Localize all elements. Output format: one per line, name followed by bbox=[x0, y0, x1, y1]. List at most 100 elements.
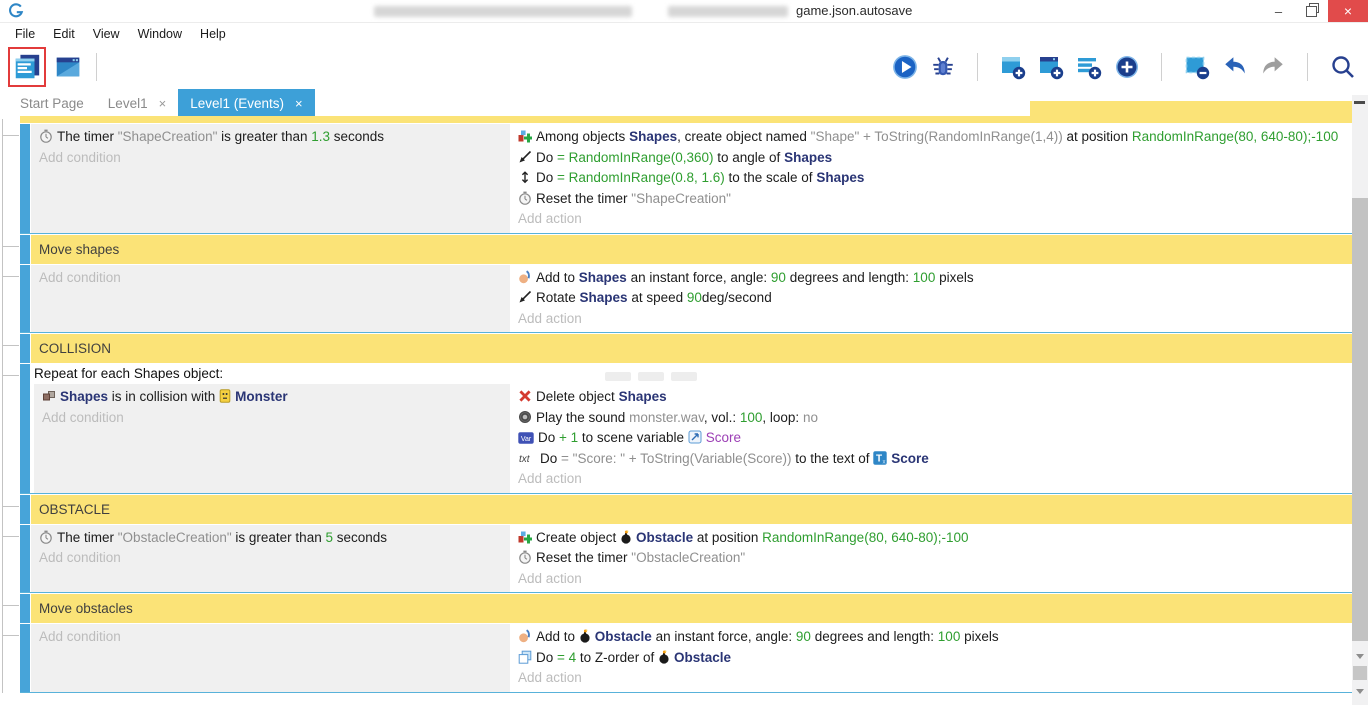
conditions-column: The timer "ShapeCreation" is greater tha… bbox=[31, 124, 510, 233]
add-condition-link[interactable]: Add condition bbox=[39, 268, 502, 289]
event-row: The timer "ObstacleCreation" is greater … bbox=[20, 525, 1352, 594]
add-events-icon[interactable] bbox=[1075, 54, 1102, 81]
actions-column: Create object Obstacle at position Rando… bbox=[510, 525, 1352, 593]
event-selection-bar bbox=[20, 334, 30, 363]
condition-line[interactable]: The timer "ShapeCreation" is greater tha… bbox=[39, 127, 502, 148]
redo-icon[interactable] bbox=[1259, 54, 1286, 81]
bomb-object-icon bbox=[579, 629, 591, 643]
zorder-icon bbox=[518, 650, 532, 664]
minimize-button[interactable]: – bbox=[1262, 0, 1295, 22]
action-line[interactable]: Add to Shapes an instant force, angle: 9… bbox=[518, 268, 1340, 289]
event-text-segment: Reset the timer bbox=[536, 550, 631, 565]
remove-image-icon[interactable] bbox=[1183, 54, 1210, 81]
action-line[interactable]: Do = RandomInRange(0.8, 1.6) to the scal… bbox=[518, 168, 1340, 189]
debug-icon[interactable] bbox=[929, 54, 956, 81]
restore-button[interactable] bbox=[1295, 0, 1328, 22]
event-text-segment: Add condition bbox=[39, 270, 121, 285]
add-action-link[interactable]: Add action bbox=[518, 668, 1340, 689]
add-condition-link[interactable]: Add condition bbox=[42, 408, 502, 429]
action-line[interactable]: txtDo = "Score: " + ToString(Variable(Sc… bbox=[518, 449, 1340, 470]
event-text-segment: Add action bbox=[518, 211, 582, 226]
comment-row[interactable]: Move obstacles bbox=[20, 594, 1352, 623]
add-action-link[interactable]: Add action bbox=[518, 309, 1340, 330]
event-text-segment: 90 bbox=[687, 290, 702, 305]
close-tab-icon[interactable]: × bbox=[159, 96, 167, 111]
scrollbar-thumb[interactable] bbox=[1352, 198, 1368, 641]
scroll-down-arrow-icon[interactable] bbox=[1356, 654, 1364, 659]
event-row: Add condition Add to Shapes an instant fo… bbox=[20, 265, 1352, 334]
add-condition-link[interactable]: Add condition bbox=[39, 548, 502, 569]
svg-text:txt: txt bbox=[519, 454, 531, 465]
events-editor-icon[interactable] bbox=[11, 50, 43, 84]
scene-variable-icon bbox=[688, 430, 702, 444]
action-line[interactable]: Reset the timer "ObstacleCreation" bbox=[518, 548, 1340, 569]
tab-start-page[interactable]: Start Page bbox=[8, 89, 96, 117]
event-selection-bar bbox=[20, 525, 30, 593]
add-action-link[interactable]: Add action bbox=[518, 569, 1340, 590]
event-text-segment: "ShapeCreation" bbox=[118, 129, 218, 144]
add-action-link[interactable]: Add action bbox=[518, 469, 1340, 490]
foreach-event-row: Repeat for each Shapes object:Shapes is … bbox=[20, 364, 1352, 494]
menu-view[interactable]: View bbox=[84, 27, 129, 41]
action-line[interactable]: Do = 4 to Z-order of Obstacle bbox=[518, 648, 1340, 669]
close-button[interactable]: × bbox=[1328, 0, 1368, 22]
event-text-segment: Add action bbox=[518, 670, 582, 685]
event-text-segment: 1.3 bbox=[311, 129, 330, 144]
condition-line[interactable]: Shapes is in collision with Monster bbox=[42, 387, 502, 408]
add-condition-link[interactable]: Add condition bbox=[39, 627, 502, 648]
scale-icon bbox=[518, 170, 532, 184]
scrollbar-button[interactable] bbox=[1353, 666, 1367, 680]
timer-icon bbox=[39, 129, 53, 143]
event-text-segment: Shapes bbox=[784, 150, 832, 165]
event-selection-bar bbox=[20, 594, 30, 623]
menu-file[interactable]: File bbox=[6, 27, 44, 41]
event-text-segment: to scene variable bbox=[578, 430, 688, 445]
add-object-icon[interactable] bbox=[1113, 54, 1140, 81]
action-line[interactable]: Delete object Shapes bbox=[518, 387, 1340, 408]
add-condition-link[interactable]: Add condition bbox=[39, 148, 502, 169]
event-text-segment: Add action bbox=[518, 471, 582, 486]
comment-row[interactable]: Move shapes bbox=[20, 235, 1352, 264]
play-icon[interactable] bbox=[891, 54, 918, 81]
force-icon bbox=[518, 270, 532, 284]
action-line[interactable]: VarDo + 1 to scene variable Score bbox=[518, 428, 1340, 449]
comment-row[interactable]: OBSTACLE bbox=[20, 495, 1352, 524]
action-line[interactable]: Reset the timer "ShapeCreation" bbox=[518, 189, 1340, 210]
add-scene-icon[interactable] bbox=[999, 54, 1026, 81]
action-line[interactable]: Play the sound monster.wav, vol.: 100, l… bbox=[518, 408, 1340, 429]
event-text-segment: Do bbox=[536, 650, 557, 665]
event-text-segment: = "Score: " + ToString(Variable(Score)) bbox=[561, 451, 791, 466]
tree-tick bbox=[2, 135, 19, 136]
tab-level1[interactable]: Level1 × bbox=[96, 89, 178, 117]
action-line[interactable]: Rotate Shapes at speed 90deg/second bbox=[518, 288, 1340, 309]
event-text-segment: + 1 bbox=[559, 430, 578, 445]
tree-tick bbox=[2, 276, 19, 277]
event-text-segment: seconds bbox=[330, 129, 384, 144]
add-external-layout-icon[interactable] bbox=[1037, 54, 1064, 81]
condition-line[interactable]: The timer "ObstacleCreation" is greater … bbox=[39, 528, 502, 549]
event-text-segment: RandomInRange(80, 640-80);-100 bbox=[1132, 129, 1338, 144]
event-text-segment: 90 bbox=[796, 629, 811, 644]
vertical-scrollbar[interactable] bbox=[1352, 95, 1368, 705]
scroll-down-arrow-icon[interactable] bbox=[1356, 689, 1364, 694]
add-action-link[interactable]: Add action bbox=[518, 209, 1340, 230]
menu-window[interactable]: Window bbox=[129, 27, 191, 41]
action-line[interactable]: Add to Obstacle an instant force, angle:… bbox=[518, 627, 1340, 648]
action-line[interactable]: Do = RandomInRange(0,360) to angle of Sh… bbox=[518, 148, 1340, 169]
search-icon[interactable] bbox=[1329, 54, 1356, 81]
event-text-segment: Add action bbox=[518, 571, 582, 586]
action-line[interactable]: Create object Obstacle at position Rando… bbox=[518, 528, 1340, 549]
event-text-segment: Add to bbox=[536, 270, 579, 285]
action-line[interactable]: Among objects Shapes, create object name… bbox=[518, 127, 1340, 148]
comment-text: Move obstacles bbox=[31, 594, 1352, 623]
tab-level1-events[interactable]: Level1 (Events) × bbox=[178, 89, 314, 117]
window-editor-icon[interactable] bbox=[50, 48, 86, 86]
event-text-segment: = RandomInRange(0,360) bbox=[557, 150, 713, 165]
window-title: game.json.autosave bbox=[796, 3, 912, 18]
timer-icon bbox=[518, 191, 532, 205]
undo-icon[interactable] bbox=[1221, 54, 1248, 81]
menu-edit[interactable]: Edit bbox=[44, 27, 84, 41]
comment-row[interactable]: COLLISION bbox=[20, 334, 1352, 363]
menu-help[interactable]: Help bbox=[191, 27, 235, 41]
close-tab-icon[interactable]: × bbox=[295, 96, 303, 111]
